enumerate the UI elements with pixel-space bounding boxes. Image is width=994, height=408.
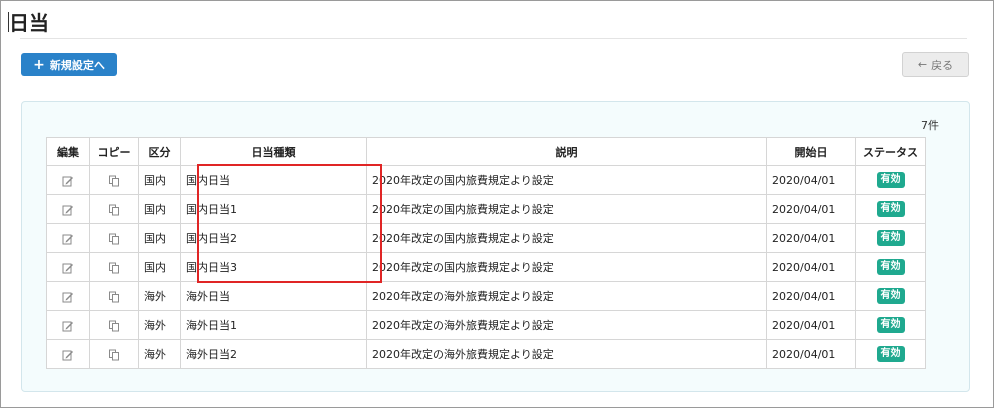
status-badge: 有効 bbox=[876, 288, 905, 304]
new-setting-label: 新規設定へ bbox=[49, 58, 105, 72]
category-cell: 国内 bbox=[138, 194, 181, 224]
status-cell: 有効 bbox=[855, 194, 926, 224]
type-cell: 国内日当1 bbox=[180, 194, 367, 224]
edit-icon[interactable] bbox=[62, 291, 74, 303]
category-cell: 国内 bbox=[138, 252, 181, 282]
page-title: 日当 bbox=[9, 11, 49, 35]
category-cell: 海外 bbox=[138, 310, 181, 340]
edit-cell[interactable] bbox=[46, 194, 90, 224]
status-badge: 有効 bbox=[876, 201, 905, 217]
table-row[interactable]: 国内 国内日当3 2020年改定の国内旅費規定より設定 2020/04/01 有… bbox=[46, 252, 926, 282]
status-badge: 有効 bbox=[876, 259, 905, 275]
edit-icon[interactable] bbox=[62, 204, 74, 216]
start-date-cell: 2020/04/01 bbox=[766, 223, 856, 253]
table-row[interactable]: 海外 海外日当1 2020年改定の海外旅費規定より設定 2020/04/01 有… bbox=[46, 310, 926, 340]
copy-cell[interactable] bbox=[89, 165, 139, 195]
allowance-table: 編集 コピー 区分 日当種類 説明 開始日 ステータス 国内 国内日当 2020… bbox=[46, 137, 926, 369]
copy-cell[interactable] bbox=[89, 339, 139, 369]
plus-icon: + bbox=[33, 56, 45, 73]
edit-cell[interactable] bbox=[46, 339, 90, 369]
column-header-copy: コピー bbox=[89, 137, 139, 166]
copy-icon[interactable] bbox=[108, 349, 120, 361]
edit-cell[interactable] bbox=[46, 252, 90, 282]
copy-icon[interactable] bbox=[108, 233, 120, 245]
table-row[interactable]: 国内 国内日当1 2020年改定の国内旅費規定より設定 2020/04/01 有… bbox=[46, 194, 926, 224]
list-panel: 7件 編集 コピー 区分 日当種類 説明 開始日 ステータス 国内 国内日当 2… bbox=[21, 101, 970, 392]
status-cell: 有効 bbox=[855, 281, 926, 311]
description-cell: 2020年改定の国内旅費規定より設定 bbox=[366, 165, 767, 195]
category-cell: 国内 bbox=[138, 223, 181, 253]
status-cell: 有効 bbox=[855, 339, 926, 369]
title-divider bbox=[20, 38, 967, 39]
copy-icon[interactable] bbox=[108, 320, 120, 332]
description-cell: 2020年改定の海外旅費規定より設定 bbox=[366, 310, 767, 340]
copy-cell[interactable] bbox=[89, 194, 139, 224]
category-cell: 海外 bbox=[138, 281, 181, 311]
edit-icon[interactable] bbox=[62, 349, 74, 361]
edit-icon[interactable] bbox=[62, 262, 74, 274]
edit-cell[interactable] bbox=[46, 281, 90, 311]
start-date-cell: 2020/04/01 bbox=[766, 339, 856, 369]
copy-cell[interactable] bbox=[89, 223, 139, 253]
type-cell: 海外日当2 bbox=[180, 339, 367, 369]
new-setting-button[interactable]: + 新規設定へ bbox=[21, 53, 117, 76]
column-header-edit: 編集 bbox=[46, 137, 90, 166]
type-cell: 海外日当1 bbox=[180, 310, 367, 340]
edit-icon[interactable] bbox=[62, 233, 74, 245]
back-button[interactable]: ← 戻る bbox=[902, 52, 969, 77]
arrow-left-icon: ← bbox=[917, 58, 928, 71]
column-header-status: ステータス bbox=[855, 137, 926, 166]
table-row[interactable]: 国内 国内日当 2020年改定の国内旅費規定より設定 2020/04/01 有効 bbox=[46, 165, 926, 195]
copy-icon[interactable] bbox=[108, 291, 120, 303]
description-cell: 2020年改定の海外旅費規定より設定 bbox=[366, 281, 767, 311]
start-date-cell: 2020/04/01 bbox=[766, 281, 856, 311]
start-date-cell: 2020/04/01 bbox=[766, 252, 856, 282]
start-date-cell: 2020/04/01 bbox=[766, 310, 856, 340]
edit-icon[interactable] bbox=[62, 320, 74, 332]
column-header-start-date: 開始日 bbox=[766, 137, 856, 166]
status-cell: 有効 bbox=[855, 223, 926, 253]
column-header-category: 区分 bbox=[138, 137, 181, 166]
category-cell: 海外 bbox=[138, 339, 181, 369]
edit-cell[interactable] bbox=[46, 223, 90, 253]
type-cell: 国内日当3 bbox=[180, 252, 367, 282]
record-count: 7件 bbox=[921, 119, 939, 132]
edit-icon[interactable] bbox=[62, 175, 74, 187]
copy-cell[interactable] bbox=[89, 252, 139, 282]
column-header-description: 説明 bbox=[366, 137, 767, 166]
description-cell: 2020年改定の国内旅費規定より設定 bbox=[366, 223, 767, 253]
status-cell: 有効 bbox=[855, 252, 926, 282]
description-cell: 2020年改定の国内旅費規定より設定 bbox=[366, 252, 767, 282]
description-cell: 2020年改定の国内旅費規定より設定 bbox=[366, 194, 767, 224]
start-date-cell: 2020/04/01 bbox=[766, 194, 856, 224]
table-header-row: 編集 コピー 区分 日当種類 説明 開始日 ステータス bbox=[46, 137, 926, 166]
copy-icon[interactable] bbox=[108, 175, 120, 187]
window-frame: 日当 + 新規設定へ ← 戻る 7件 編集 コピー 区分 日当種類 説明 開始日… bbox=[0, 0, 994, 408]
status-cell: 有効 bbox=[855, 165, 926, 195]
copy-cell[interactable] bbox=[89, 281, 139, 311]
copy-icon[interactable] bbox=[108, 262, 120, 274]
back-label: 戻る bbox=[931, 58, 954, 72]
type-cell: 海外日当 bbox=[180, 281, 367, 311]
status-badge: 有効 bbox=[876, 317, 905, 333]
column-header-type: 日当種類 bbox=[180, 137, 367, 166]
status-badge: 有効 bbox=[876, 172, 905, 188]
status-badge: 有効 bbox=[876, 346, 905, 362]
table-row[interactable]: 国内 国内日当2 2020年改定の国内旅費規定より設定 2020/04/01 有… bbox=[46, 223, 926, 253]
description-cell: 2020年改定の海外旅費規定より設定 bbox=[366, 339, 767, 369]
start-date-cell: 2020/04/01 bbox=[766, 165, 856, 195]
status-cell: 有効 bbox=[855, 310, 926, 340]
type-cell: 国内日当2 bbox=[180, 223, 367, 253]
copy-cell[interactable] bbox=[89, 310, 139, 340]
table-row[interactable]: 海外 海外日当 2020年改定の海外旅費規定より設定 2020/04/01 有効 bbox=[46, 281, 926, 311]
table-row[interactable]: 海外 海外日当2 2020年改定の海外旅費規定より設定 2020/04/01 有… bbox=[46, 339, 926, 369]
type-cell: 国内日当 bbox=[180, 165, 367, 195]
copy-icon[interactable] bbox=[108, 204, 120, 216]
edit-cell[interactable] bbox=[46, 310, 90, 340]
category-cell: 国内 bbox=[138, 165, 181, 195]
status-badge: 有効 bbox=[876, 230, 905, 246]
edit-cell[interactable] bbox=[46, 165, 90, 195]
